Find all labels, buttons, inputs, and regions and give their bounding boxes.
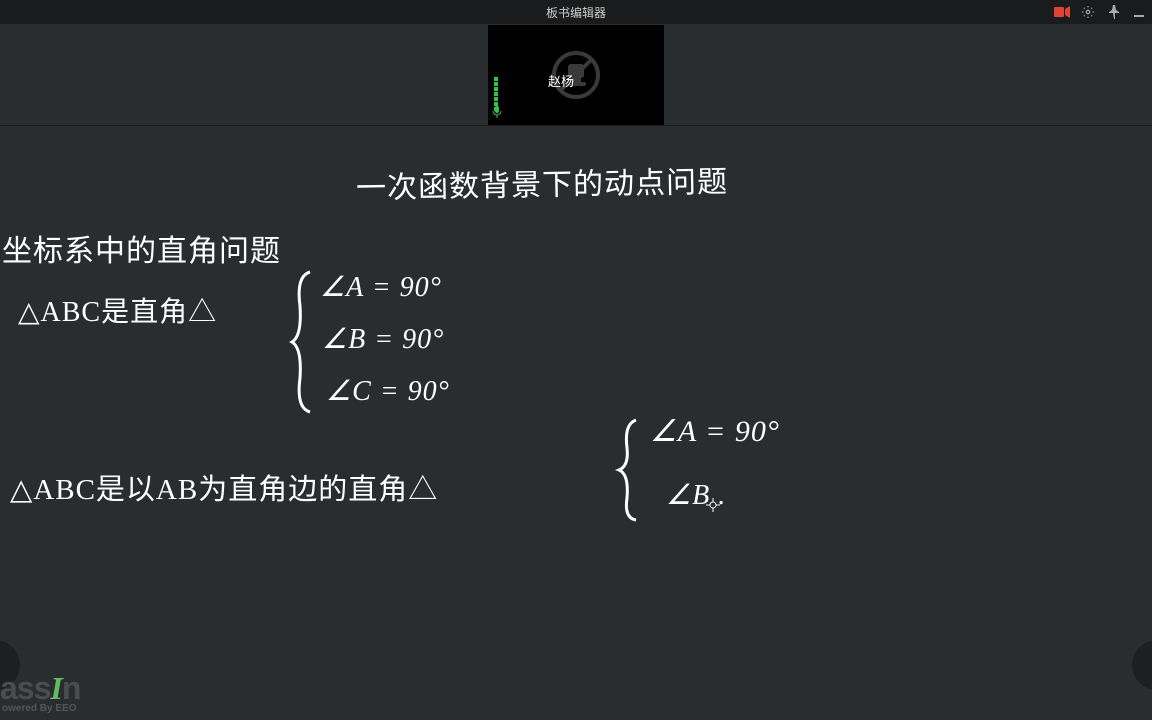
brace-2 [614, 414, 644, 529]
pin-icon[interactable] [1106, 4, 1122, 20]
record-icon[interactable] [1054, 4, 1070, 20]
app-logo: assIn owered By EEO [0, 670, 80, 714]
logo-accent: I [50, 670, 61, 706]
gear-icon[interactable] [1080, 4, 1096, 20]
ink-angleA1: ∠A = 90° [320, 270, 442, 304]
ink-case1: △ABC是直角△ [18, 290, 217, 330]
ink-subtitle: 坐标系中的直角问题 [2, 226, 281, 270]
right-tool-handle[interactable] [1132, 640, 1152, 690]
titlebar-controls [1054, 0, 1146, 24]
ink-case2: △ABC是以AB为直角边的直角△ [10, 466, 438, 508]
minimize-icon[interactable] [1132, 4, 1146, 20]
titlebar: 板书编辑器 [0, 0, 1152, 24]
participant-name: 赵杨 [548, 71, 574, 90]
logo-text: ass [0, 670, 50, 706]
ink-angleB1: ∠B = 90° [322, 322, 444, 356]
mic-icon [492, 105, 502, 123]
window-title: 板书编辑器 [546, 4, 606, 21]
video-strip: 赵杨 [0, 24, 1152, 126]
ink-angleA2: ∠A = 90° [650, 414, 780, 449]
ink-angleC1: ∠C = 90° [326, 374, 450, 408]
video-tile[interactable]: 赵杨 [488, 25, 664, 125]
cursor-icon [706, 498, 720, 517]
ink-title: 一次函数背景下的动点问题 [356, 157, 729, 207]
logo-text-2: n [62, 670, 81, 706]
brace-1 [288, 266, 318, 421]
logo-tagline: owered By EEO [0, 703, 80, 714]
whiteboard[interactable]: 一次函数背景下的动点问题 坐标系中的直角问题 △ABC是直角△ ∠A = 90°… [0, 126, 1152, 720]
